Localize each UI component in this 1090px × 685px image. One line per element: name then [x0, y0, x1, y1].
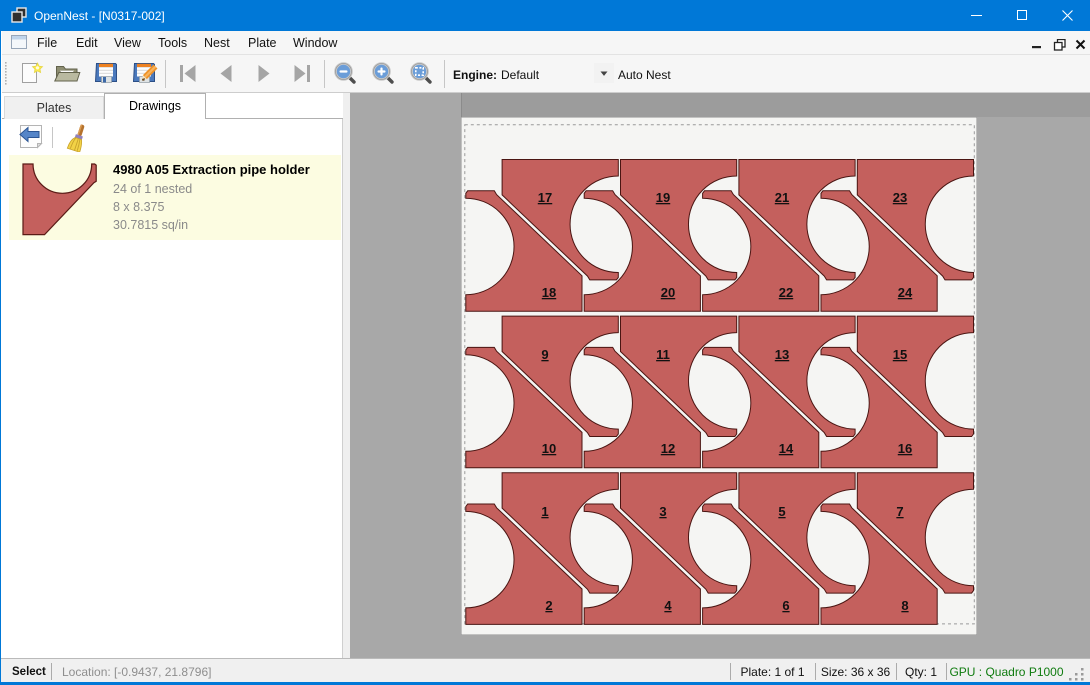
svg-text:4: 4	[664, 598, 672, 613]
svg-text:15: 15	[893, 347, 907, 362]
svg-text:19: 19	[656, 190, 670, 205]
svg-text:16: 16	[898, 441, 912, 456]
svg-text:1: 1	[541, 504, 548, 519]
svg-text:20: 20	[661, 285, 675, 300]
svg-text:11: 11	[656, 347, 670, 362]
svg-text:17: 17	[538, 190, 552, 205]
svg-text:14: 14	[779, 441, 794, 456]
svg-text:22: 22	[779, 285, 793, 300]
svg-text:7: 7	[896, 504, 903, 519]
svg-text:12: 12	[661, 441, 675, 456]
svg-text:24: 24	[898, 285, 913, 300]
svg-text:23: 23	[893, 190, 907, 205]
svg-text:10: 10	[542, 441, 556, 456]
svg-text:18: 18	[542, 285, 556, 300]
svg-text:2: 2	[545, 598, 552, 613]
svg-text:6: 6	[782, 598, 789, 613]
svg-text:13: 13	[775, 347, 789, 362]
svg-text:5: 5	[778, 504, 785, 519]
svg-text:9: 9	[541, 347, 548, 362]
svg-text:8: 8	[901, 598, 908, 613]
svg-text:3: 3	[659, 504, 666, 519]
svg-text:21: 21	[775, 190, 789, 205]
